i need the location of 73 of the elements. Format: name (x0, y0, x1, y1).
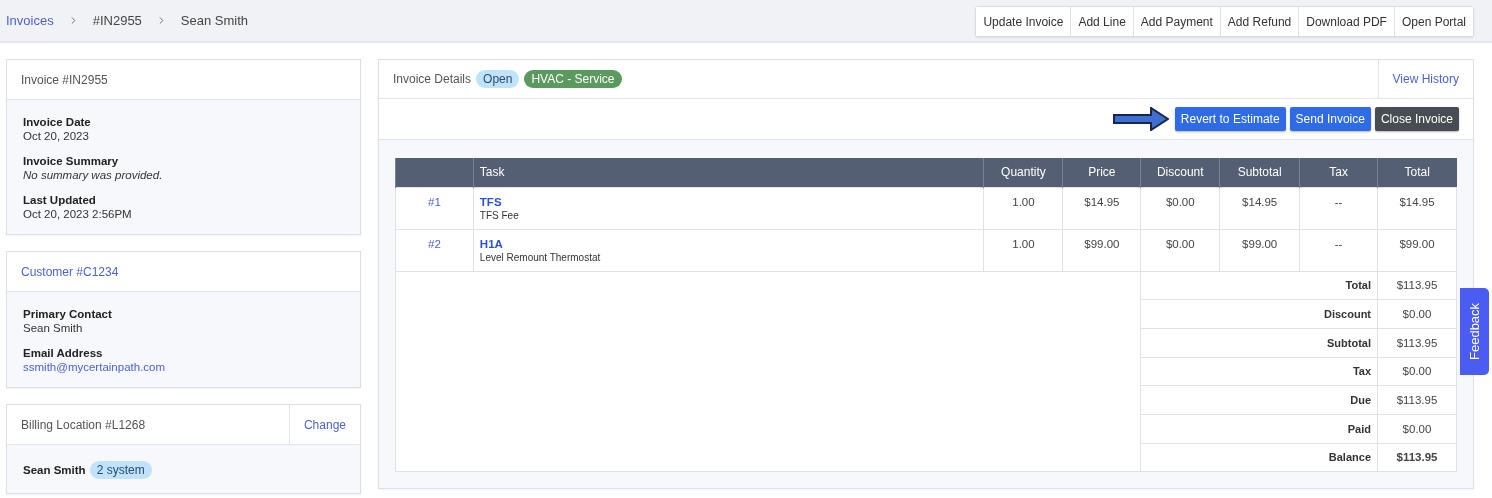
table-cell: $14.95 (1377, 187, 1457, 229)
action-button[interactable]: Revert to Estimate (1174, 107, 1286, 131)
summary-label: Subtotal (1140, 328, 1378, 358)
arrow-icon (1112, 107, 1169, 131)
field-label: Email Address (23, 347, 104, 359)
breadcrumb-link[interactable]: Invoices (6, 13, 54, 28)
table-cell: $0.00 (1140, 229, 1220, 271)
column-header: Task (473, 158, 984, 187)
toolbar-button[interactable]: Add Refund (1219, 7, 1299, 36)
summary-value: $0.00 (1377, 414, 1457, 444)
toolbar-button[interactable]: Add Payment (1132, 7, 1220, 36)
summary-label: Paid (1140, 414, 1378, 444)
field-value: Oct 20, 2023 2:56PM (23, 208, 133, 220)
column-header: Discount (1140, 158, 1220, 187)
action-button[interactable]: Send Invoice (1289, 107, 1371, 131)
summary-value: $0.00 (1377, 299, 1457, 329)
table-cell: $99.00 (1377, 229, 1457, 271)
summary-value: $113.95 (1377, 443, 1457, 472)
toolbar-button[interactable]: Add Line (1070, 7, 1133, 36)
system-badge: 2 system (89, 461, 152, 479)
table-cell: $0.00 (1140, 187, 1220, 229)
field-label: Last Updated (23, 194, 97, 206)
breadcrumb-item: #IN2955 (92, 13, 142, 28)
toolbar-button[interactable]: Open Portal (1393, 7, 1473, 36)
line-link[interactable]: #2 (428, 237, 441, 250)
status-badge: Open (476, 70, 520, 88)
column-header: Price (1062, 158, 1141, 187)
email-link[interactable]: ssmith@mycertainpath.com (23, 361, 344, 373)
table-cell: -- (1299, 229, 1378, 271)
history-link[interactable]: View History (1377, 60, 1473, 98)
task-description: Level Remount Thermostat (479, 251, 602, 263)
table-cell: $14.95 (1219, 187, 1300, 229)
toolbar-button[interactable]: Download PDF (1298, 7, 1394, 36)
column-header: Subtotal (1219, 158, 1300, 187)
summary-value: $113.95 (1377, 328, 1457, 358)
summary-label: Tax (1140, 357, 1378, 386)
field-label: Primary Contact (23, 308, 113, 320)
summary-label: Balance (1140, 443, 1378, 472)
column-header: Total (1377, 158, 1457, 187)
task-code: TFS (479, 195, 503, 208)
field-value: Sean Smith (23, 322, 84, 334)
category-badge: HVAC - Service (524, 70, 622, 88)
toolbar-button[interactable]: Update Invoice (976, 7, 1071, 36)
card-title: Invoice Details (393, 72, 472, 86)
table-cell: $99.00 (1062, 229, 1141, 271)
table-cell: 1.00 (983, 229, 1063, 271)
summary-label: Due (1140, 385, 1378, 415)
line-link[interactable]: #1 (428, 195, 441, 208)
summary-label: Discount (1140, 299, 1378, 329)
table-cell: $14.95 (1062, 187, 1141, 229)
field-label: Invoice Date (23, 116, 92, 128)
task-code: H1A (479, 237, 504, 250)
task-description: TFS Fee (479, 209, 520, 221)
breadcrumb-item: Sean Smith (180, 13, 249, 28)
feedback-tab[interactable]: Feedback (1460, 288, 1489, 375)
card-title: Invoice #IN2955 (20, 71, 109, 89)
card-title: Billing Location #L1268 (20, 416, 147, 434)
summary-value: $113.95 (1377, 271, 1457, 300)
summary-label: Total (1140, 271, 1378, 300)
column-header: Tax (1299, 158, 1378, 187)
column-header: Quantity (983, 158, 1063, 187)
change-link[interactable]: Change (288, 405, 360, 444)
table-cell: 1.00 (983, 187, 1063, 229)
table-cell: $99.00 (1219, 229, 1300, 271)
action-button[interactable]: Close Invoice (1374, 107, 1459, 131)
table-cell: -- (1299, 187, 1378, 229)
field-value: Oct 20, 2023 (23, 130, 90, 142)
summary-value: $0.00 (1377, 357, 1457, 386)
customer-link[interactable]: Customer #C1234 (7, 252, 360, 291)
field-value: No summary was provided. (23, 169, 164, 181)
summary-value: $113.95 (1377, 385, 1457, 415)
contact-name: Sean Smith (23, 464, 86, 476)
field-label: Invoice Summary (23, 155, 120, 167)
